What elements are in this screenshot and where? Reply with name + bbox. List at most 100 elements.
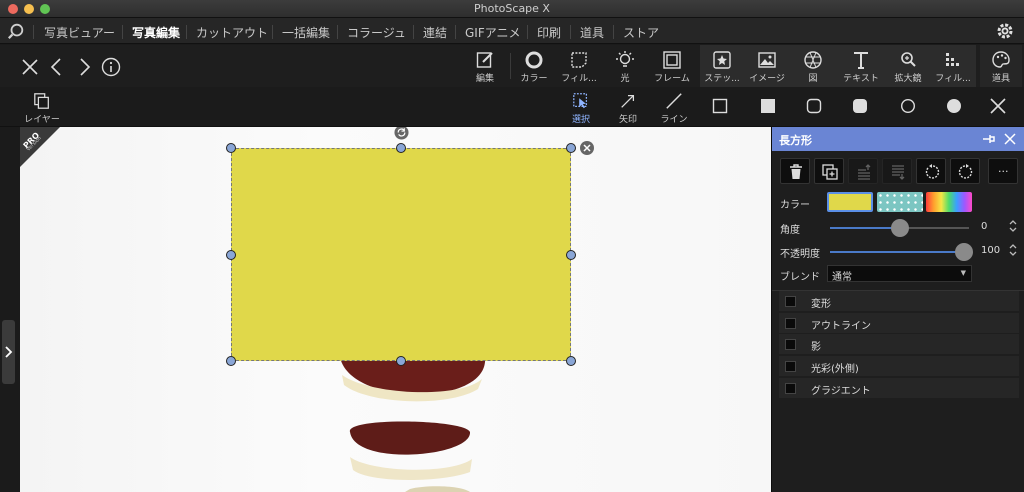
settings-gear-icon[interactable] bbox=[995, 21, 1015, 41]
outline-checkbox[interactable] bbox=[785, 318, 796, 329]
menu-photo-viewer[interactable]: 写真ビュアー bbox=[44, 24, 115, 41]
close-x-icon bbox=[583, 144, 591, 152]
resize-handle-top-right[interactable] bbox=[566, 143, 576, 153]
tool-frame-label: フレーム bbox=[654, 74, 690, 84]
close-shape-tools-icon[interactable] bbox=[989, 97, 1007, 115]
send-backward-icon bbox=[892, 165, 905, 180]
tool-figure[interactable]: 図 bbox=[790, 45, 836, 87]
back-chevron-icon[interactable] bbox=[47, 57, 67, 77]
menu-print[interactable]: 印刷 bbox=[537, 24, 561, 41]
line-tool-button[interactable]: ライン bbox=[656, 87, 692, 127]
main-menu-bar: 写真ビュアー 写真編集 カットアウト 一括編集 コラージュ 連結 GIFアニメ … bbox=[0, 18, 1024, 44]
tool-filter-overlay[interactable]: フィル... bbox=[930, 45, 976, 87]
text-t-icon bbox=[854, 52, 868, 69]
tool-filter-overlay-label: フィル... bbox=[935, 74, 971, 84]
app-logo-icon[interactable] bbox=[7, 22, 25, 40]
menu-cutout[interactable]: カットアウト bbox=[196, 24, 268, 41]
tool-edit[interactable]: 編集 bbox=[466, 45, 504, 87]
transform-checkbox[interactable] bbox=[785, 296, 796, 307]
close-icon[interactable] bbox=[20, 57, 40, 77]
outline-option-row[interactable]: アウトライン bbox=[779, 313, 1019, 333]
delete-shape-button[interactable] bbox=[580, 141, 594, 155]
angle-value[interactable]: 0 bbox=[981, 221, 987, 232]
gradient-checkbox[interactable] bbox=[785, 383, 796, 394]
menu-store[interactable]: ストア bbox=[623, 24, 659, 41]
layers-icon bbox=[34, 93, 49, 109]
arrow-tool-button[interactable]: 矢印 bbox=[610, 87, 646, 127]
forward-chevron-icon[interactable] bbox=[74, 57, 94, 77]
menu-separator bbox=[122, 25, 123, 39]
rectangle-outline-icon[interactable] bbox=[712, 98, 728, 114]
more-options-button[interactable]: ... bbox=[988, 158, 1018, 184]
angle-slider-knob[interactable] bbox=[891, 219, 909, 237]
opacity-stepper-icon[interactable] bbox=[1008, 243, 1018, 257]
opacity-slider-knob[interactable] bbox=[955, 243, 973, 261]
info-icon[interactable] bbox=[101, 57, 121, 77]
rounded-rectangle-outline-icon[interactable] bbox=[806, 98, 822, 114]
gradient-option-row[interactable]: グラジエント bbox=[779, 378, 1019, 398]
arrow-tool-label: 矢印 bbox=[618, 115, 637, 125]
resize-handle-bottom-left[interactable] bbox=[226, 356, 236, 366]
shadow-checkbox[interactable] bbox=[785, 339, 796, 350]
menu-gif-animation[interactable]: GIFアニメ bbox=[465, 24, 521, 41]
edit-icon bbox=[476, 52, 493, 68]
menu-tools[interactable]: 道具 bbox=[580, 24, 604, 41]
tool-sticker[interactable]: ステッ... bbox=[700, 45, 744, 87]
pin-icon[interactable] bbox=[982, 133, 996, 145]
pattern-swatch[interactable] bbox=[877, 192, 923, 212]
angle-slider[interactable] bbox=[830, 219, 969, 237]
send-backward-button[interactable] bbox=[882, 158, 912, 184]
tool-light[interactable]: 光 bbox=[606, 45, 644, 87]
opacity-slider[interactable] bbox=[830, 243, 973, 261]
rotate-right-button[interactable] bbox=[950, 158, 980, 184]
menu-collage[interactable]: コラージュ bbox=[347, 24, 406, 41]
line-icon bbox=[666, 93, 682, 109]
select-tool-button[interactable]: 選択 bbox=[563, 87, 599, 127]
menu-combine[interactable]: 連結 bbox=[423, 24, 447, 41]
menu-photo-editor[interactable]: 写真編集 bbox=[132, 24, 180, 41]
transform-option-row[interactable]: 変形 bbox=[779, 291, 1019, 311]
delete-button[interactable] bbox=[780, 158, 810, 184]
tool-image[interactable]: イメージ bbox=[744, 45, 790, 87]
close-panel-icon[interactable] bbox=[1004, 133, 1016, 145]
resize-handle-bottom-right[interactable] bbox=[566, 356, 576, 366]
expand-sidebar-button[interactable] bbox=[2, 320, 15, 384]
shadow-option-row[interactable]: 影 bbox=[779, 334, 1019, 354]
resize-handle-top-left[interactable] bbox=[226, 143, 236, 153]
opacity-value[interactable]: 100 bbox=[981, 245, 1000, 256]
tool-color[interactable]: カラー bbox=[514, 45, 554, 87]
outer-glow-label: 光彩(外側) bbox=[811, 364, 859, 375]
rotate-handle-icon[interactable] bbox=[394, 127, 409, 140]
rounded-rectangle-filled-icon[interactable] bbox=[852, 98, 868, 114]
selected-yellow-rectangle[interactable] bbox=[231, 148, 571, 361]
bring-forward-icon bbox=[858, 164, 871, 180]
outer-glow-option-row[interactable]: 光彩(外側) bbox=[779, 356, 1019, 376]
blend-mode-select[interactable]: 通常 ▼ bbox=[827, 265, 972, 283]
duplicate-button[interactable] bbox=[814, 158, 844, 184]
layer-button[interactable]: レイヤー bbox=[20, 87, 64, 127]
menu-batch-edit[interactable]: 一括編集 bbox=[282, 24, 330, 41]
circle-filled-icon[interactable] bbox=[946, 98, 962, 114]
tool-tools[interactable]: 道具 bbox=[980, 45, 1022, 87]
rectangle-filled-icon[interactable] bbox=[760, 98, 776, 114]
circle-outline-icon[interactable] bbox=[900, 98, 916, 114]
image-canvas[interactable]: PRO Version bbox=[20, 127, 771, 492]
gradient-swatch[interactable] bbox=[926, 192, 972, 212]
toolbar-separator bbox=[510, 53, 511, 79]
tool-filter[interactable]: フィル... bbox=[558, 45, 600, 87]
solid-color-swatch[interactable] bbox=[827, 192, 873, 212]
select-tool-label: 選択 bbox=[571, 115, 590, 125]
resize-handle-top[interactable] bbox=[396, 143, 406, 153]
rotate-left-button[interactable] bbox=[916, 158, 946, 184]
bring-forward-button[interactable] bbox=[848, 158, 878, 184]
resize-handle-bottom[interactable] bbox=[396, 356, 406, 366]
tool-frame[interactable]: フレーム bbox=[650, 45, 694, 87]
outer-glow-checkbox[interactable] bbox=[785, 361, 796, 372]
tool-text[interactable]: テキスト bbox=[836, 45, 886, 87]
panel-header: 長方形 bbox=[772, 127, 1024, 151]
tool-magnifier[interactable]: 拡大鏡 bbox=[886, 45, 930, 87]
angle-stepper-icon[interactable] bbox=[1008, 219, 1018, 233]
resize-handle-right[interactable] bbox=[566, 250, 576, 260]
main-toolbar: 編集 カラー フィル... 光 フレーム ステッ... イメージ 図 テキスト … bbox=[0, 45, 1024, 87]
resize-handle-left[interactable] bbox=[226, 250, 236, 260]
